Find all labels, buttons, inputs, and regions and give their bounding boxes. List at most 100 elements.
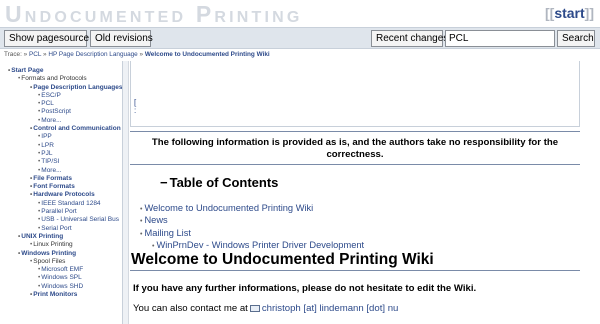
sidebar-item[interactable]: •Spool Files [0, 258, 122, 266]
sidebar-item[interactable]: •Microsoft EMF [0, 266, 122, 274]
sidebar-item-label: Windows SPL [41, 274, 82, 282]
bullet-icon: • [18, 75, 21, 83]
sidebar-item[interactable]: •More... [0, 117, 122, 125]
sidebar-item[interactable]: •Serial Port [0, 225, 122, 233]
bullet-icon: • [38, 149, 41, 157]
bullet-icon: • [140, 230, 143, 238]
toc-item[interactable]: • Mailing List [140, 228, 364, 240]
toc-heading[interactable]: − Table of Contents [160, 175, 278, 190]
sidebar-item[interactable]: •UNIX Printing [0, 233, 122, 241]
sidebar-item-label: Font Formats [33, 183, 75, 191]
sidebar-item[interactable]: •USB - Universal Serial Bus [0, 216, 122, 224]
bullet-icon: • [38, 141, 41, 149]
bullet-icon: • [8, 67, 11, 74]
show-pagesource-button[interactable]: Show pagesource [4, 30, 89, 47]
sidebar-item[interactable]: •PCL [0, 100, 122, 108]
search-input[interactable]: PCL [445, 30, 555, 47]
bullet-icon: • [38, 208, 41, 216]
toc-item[interactable]: • Welcome to Undocumented Printing Wiki [140, 203, 364, 215]
sidebar-item[interactable]: •LPR [0, 142, 122, 150]
sidebar-item-label: Print Monitors [33, 291, 78, 299]
breadcrumb-label: Trace: [4, 51, 22, 58]
sidebar-item-label: PCL [41, 100, 54, 108]
sidebar-item-label: IPP [41, 133, 52, 141]
bullet-icon: • [18, 232, 21, 240]
bullet-icon: • [30, 191, 33, 199]
toc-collapse-icon[interactable]: − [160, 175, 168, 190]
sidebar-item-label: USB - Universal Serial Bus [41, 216, 119, 224]
bullet-icon: • [38, 274, 41, 282]
sidebar-item-label: More... [41, 166, 62, 174]
bullet-icon: • [30, 183, 33, 191]
sidebar-item-label: Page Description Languages [33, 83, 123, 91]
contact-text: You can also contact me at [133, 303, 248, 314]
page-title: Welcome to Undocumented Printing Wiki [131, 251, 434, 268]
bullet-icon: • [30, 241, 33, 249]
divider [130, 131, 580, 132]
sidebar-item-label: PostScript [41, 108, 71, 116]
sidebar-item[interactable]: •TIP/SI [0, 158, 122, 166]
breadcrumb-item[interactable]: PCL [29, 51, 41, 58]
bullet-icon: • [140, 206, 143, 213]
sidebar-item[interactable]: •Control and Communication [0, 125, 122, 133]
sidebar-item[interactable]: •Linux Printing [0, 241, 122, 249]
sidebar-item[interactable]: •File Formats [0, 175, 122, 183]
sidebar-item[interactable]: •Windows SHD [0, 283, 122, 291]
breadcrumb-current[interactable]: Welcome to Undocumented Printing Wiki [145, 51, 270, 58]
bullet-icon: • [38, 108, 41, 116]
recent-changes-button[interactable]: Recent changes [371, 30, 448, 47]
sidebar-item[interactable]: •Windows SPL [0, 274, 122, 282]
bullet-icon: • [152, 242, 155, 250]
bullet-icon: • [38, 216, 41, 224]
sidebar-nav: •Start Page •Formats and Protocols •Page D… [0, 61, 123, 324]
sidebar-item[interactable]: •Font Formats [0, 183, 122, 191]
toc-item[interactable]: • News [140, 215, 364, 227]
bullet-icon: • [30, 291, 33, 299]
bullet-icon: • [38, 116, 41, 124]
sidebar-item[interactable]: •Start Page [0, 67, 122, 75]
sidebar-scrollbar[interactable] [123, 61, 129, 324]
sidebar-item-label: Parallel Port [41, 208, 77, 216]
sidebar-item[interactable]: •Hardware Protocols [0, 191, 122, 199]
sidebar-item-label: More... [41, 116, 62, 124]
sidebar-item[interactable]: •PostScript [0, 108, 122, 116]
sidebar-item-label: Serial Port [41, 224, 72, 232]
heading-underline [130, 270, 580, 271]
sidebar-item-label: Windows SHD [41, 282, 84, 290]
sidebar-item[interactable]: •Page Description Languages [0, 84, 122, 92]
sidebar-item-label: ESC/P [41, 91, 61, 99]
sidebar-item[interactable]: •More... [0, 167, 122, 175]
intro-paragraph: If you have any further informations, pl… [133, 283, 477, 294]
sidebar-item[interactable]: •Print Monitors [0, 291, 122, 299]
start-bracket-close: ]] [584, 5, 594, 21]
sidebar-item-label: Windows Printing [21, 249, 77, 257]
contact-email-link[interactable]: christoph [at] lindemann [dot] nu [262, 303, 399, 314]
start-bracket-open: [[ [544, 5, 555, 21]
start-link[interactable]: start [554, 5, 584, 21]
breadcrumb: Trace: » PCL » HP Page Description Langu… [4, 51, 270, 58]
toc-item-label: Mailing List [144, 227, 191, 238]
toc-item-label: Welcome to Undocumented Printing Wiki [144, 203, 314, 213]
sidebar-item[interactable]: •Windows Printing [0, 250, 122, 258]
sidebar-item[interactable]: •ESC/P [0, 92, 122, 100]
site-title[interactable]: Undocumented Printing [5, 1, 303, 28]
sidebar-item-label: TIP/SI [41, 158, 60, 166]
sidebar-item-label: Linux Printing [33, 241, 73, 249]
disclaimer-notice: The following information is provided as… [151, 137, 559, 160]
sidebar-item[interactable]: •Formats and Protocols [0, 75, 122, 83]
toc-item-label: News [144, 215, 168, 226]
search-button[interactable]: Search [557, 30, 595, 47]
banner-frame: [: [130, 61, 580, 127]
bullet-icon: • [30, 174, 33, 182]
sidebar-item[interactable]: •IEEE Standard 1284 [0, 200, 122, 208]
breadcrumb-item[interactable]: HP Page Description Language [48, 51, 137, 58]
old-revisions-button[interactable]: Old revisions [90, 30, 153, 47]
sidebar-item[interactable]: •PJL [0, 150, 122, 158]
sidebar-item-label: Hardware Protocols [33, 191, 95, 199]
bullet-icon: • [38, 133, 41, 141]
sidebar-item-label: IEEE Standard 1284 [41, 199, 101, 207]
sidebar-item[interactable]: •Parallel Port [0, 208, 122, 216]
sidebar-item-label: Microsoft EMF [41, 266, 84, 274]
sidebar-item[interactable]: •IPP [0, 133, 122, 141]
sidebar-item-label: Formats and Protocols [21, 75, 87, 83]
